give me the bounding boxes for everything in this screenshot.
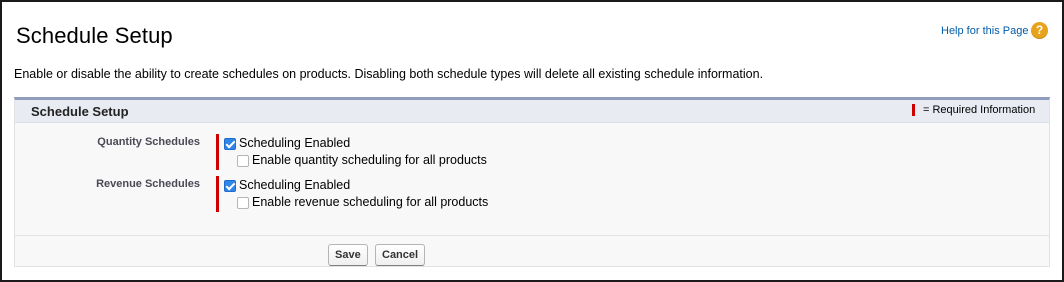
- section-header: Schedule Setup = Required Information: [15, 100, 1049, 123]
- schedule-setup-section: Schedule Setup = Required Information Qu…: [14, 97, 1050, 267]
- help-link[interactable]: Help for this Page: [941, 25, 1028, 37]
- quantity-schedules-label: Quantity Schedules: [97, 136, 200, 148]
- section-title: Schedule Setup: [31, 104, 129, 119]
- revenue-all-products-checkbox[interactable]: [237, 197, 249, 209]
- revenue-schedules-label: Revenue Schedules: [96, 178, 200, 190]
- page-title: Schedule Setup: [16, 23, 173, 48]
- quantity-all-products-label: Enable quantity scheduling for all produ…: [252, 153, 487, 167]
- save-button[interactable]: Save: [328, 244, 368, 266]
- revenue-scheduling-enabled-label: Scheduling Enabled: [239, 178, 351, 192]
- section-divider: [15, 235, 1049, 236]
- quantity-required-marker: [216, 134, 219, 170]
- page-frame: Schedule Setup Help for this Page ? Enab…: [0, 0, 1064, 282]
- quantity-scheduling-enabled-label: Scheduling Enabled: [239, 136, 351, 150]
- required-marker-icon: [912, 104, 915, 116]
- help-icon[interactable]: ?: [1031, 22, 1048, 39]
- page-description: Enable or disable the ability to create …: [14, 67, 764, 81]
- revenue-required-marker: [216, 176, 219, 212]
- quantity-all-products-checkbox[interactable]: [237, 155, 249, 167]
- quantity-scheduling-enabled-checkbox[interactable]: [224, 138, 236, 150]
- cancel-button[interactable]: Cancel: [375, 244, 426, 266]
- revenue-scheduling-enabled-checkbox[interactable]: [224, 180, 236, 192]
- required-info-label: = Required Information: [923, 104, 1036, 116]
- revenue-all-products-label: Enable revenue scheduling for all produc…: [252, 195, 489, 209]
